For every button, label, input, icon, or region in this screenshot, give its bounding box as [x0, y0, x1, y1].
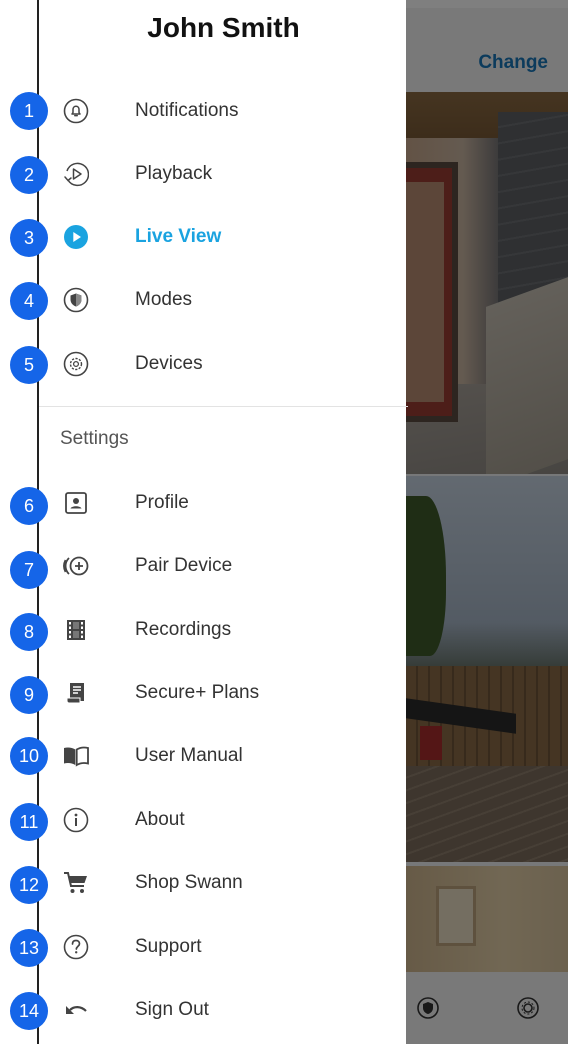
- settings-item-recordings[interactable]: Recordings: [39, 605, 408, 655]
- menu-item-label: About: [135, 809, 185, 830]
- menu-item-playback[interactable]: Playback: [39, 149, 408, 199]
- menu-item-label: Support: [135, 936, 202, 957]
- plans-icon: [63, 680, 89, 706]
- menu-item-label: Recordings: [135, 619, 232, 640]
- settings-item-support[interactable]: Support: [39, 922, 408, 972]
- annotation-badge: 9: [10, 676, 48, 714]
- menu-item-label: Profile: [135, 492, 189, 513]
- menu-item-notifications[interactable]: Notifications: [39, 86, 408, 136]
- menu-item-label: Sign Out: [135, 999, 209, 1020]
- settings-item-about[interactable]: About: [39, 795, 408, 845]
- menu-item-label: User Manual: [135, 745, 243, 766]
- menu-item-live-view[interactable]: Live View: [39, 212, 408, 262]
- menu-divider: [39, 406, 408, 407]
- bell-icon: [63, 98, 89, 124]
- annotation-badge: 10: [10, 737, 48, 775]
- annotation-badge: 13: [10, 929, 48, 967]
- menu-item-label: Shop Swann: [135, 872, 243, 893]
- question-icon: [63, 934, 89, 960]
- annotation-badge: 1: [10, 92, 48, 130]
- playback-icon: [63, 161, 89, 187]
- settings-item-user-manual[interactable]: User Manual: [39, 731, 408, 781]
- live-view-icon: [63, 224, 89, 250]
- profile-icon: [63, 490, 89, 516]
- annotation-badge: 12: [10, 866, 48, 904]
- menu-item-label: Pair Device: [135, 555, 233, 576]
- menu-item-modes[interactable]: Modes: [39, 275, 408, 325]
- dim-overlay[interactable]: [406, 0, 568, 1044]
- menu-item-label: Playback: [135, 163, 213, 184]
- menu-item-label: Modes: [135, 289, 193, 310]
- menu-item-label: Notifications: [135, 100, 239, 121]
- background-app: Change: [406, 0, 568, 1044]
- cart-icon: [63, 870, 89, 896]
- annotation-badge: 2: [10, 156, 48, 194]
- shield-icon: [63, 287, 89, 313]
- settings-section-label: Settings: [60, 428, 129, 449]
- annotation-badge: 8: [10, 613, 48, 651]
- settings-item-sign-out[interactable]: Sign Out: [39, 985, 408, 1035]
- annotation-badge: 6: [10, 487, 48, 525]
- user-name: John Smith: [147, 12, 300, 43]
- annotation-badge: 4: [10, 282, 48, 320]
- settings-item-shop-swann[interactable]: Shop Swann: [39, 858, 408, 908]
- settings-item-pair-device[interactable]: Pair Device: [39, 541, 408, 591]
- menu-item-label: Live View: [135, 226, 222, 247]
- film-icon: [63, 617, 89, 643]
- menu-item-label: Devices: [135, 353, 203, 374]
- settings-item-secure-plans[interactable]: Secure+ Plans: [39, 668, 408, 718]
- menu-item-label: Secure+ Plans: [135, 682, 260, 703]
- annotation-badge: 14: [10, 992, 48, 1030]
- annotation-badge: 7: [10, 551, 48, 589]
- annotation-badge: 5: [10, 346, 48, 384]
- pair-device-icon: [63, 553, 89, 579]
- undo-arrow-icon: [63, 997, 89, 1023]
- gear-icon: [63, 351, 89, 377]
- navigation-drawer: John Smith Notifications Playback Live V…: [37, 0, 408, 1044]
- annotation-badge: 11: [10, 803, 48, 841]
- info-icon: [63, 807, 89, 833]
- menu-item-devices[interactable]: Devices: [39, 339, 408, 389]
- book-icon: [63, 743, 89, 769]
- annotation-badge: 3: [10, 219, 48, 257]
- settings-item-profile[interactable]: Profile: [39, 478, 408, 528]
